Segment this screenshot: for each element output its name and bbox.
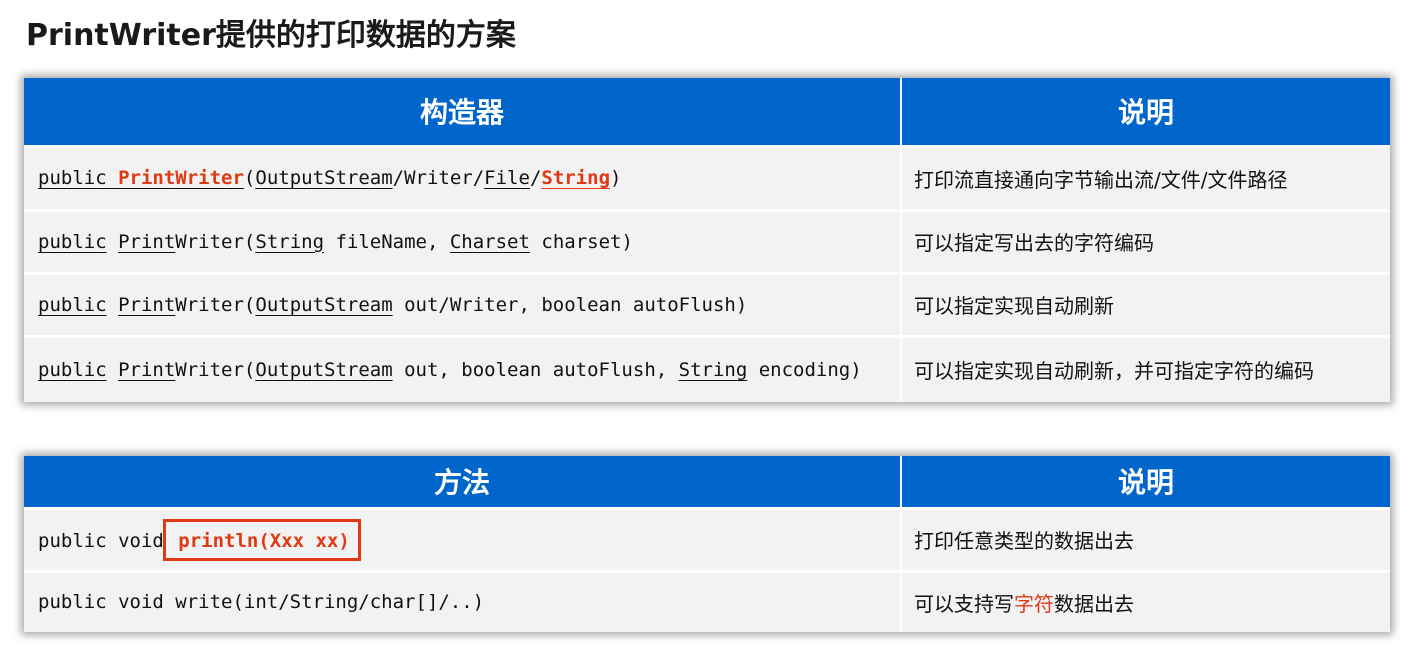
table-header-row: 构造器 说明 xyxy=(24,78,1390,146)
methods-table: 方法 说明 public void println(Xxx xx) 打印任意类型… xyxy=(24,456,1390,632)
method-description: 打印任意类型的数据出去 xyxy=(901,506,1390,571)
constructor-description: 可以指定写出去的字符编码 xyxy=(901,208,1390,273)
constructors-table: 构造器 说明 public PrintWriter(OutputStream/W… xyxy=(24,78,1390,402)
table-row: public PrintWriter(OutputStream out/Writ… xyxy=(24,271,1390,336)
header-method: 方法 xyxy=(24,456,902,508)
constructor-signature: public PrintWriter(OutputStream/Writer/F… xyxy=(24,144,902,210)
println-highlight-box: println(Xxx xx) xyxy=(163,518,361,561)
constructor-description: 可以指定实现自动刷新 xyxy=(901,271,1390,336)
table-row: public PrintWriter(String fileName, Char… xyxy=(24,208,1390,273)
constructor-description: 打印流直接通向字节输出流/文件/文件路径 xyxy=(901,144,1390,210)
table-row: public PrintWriter(OutputStream out, boo… xyxy=(24,334,1390,402)
header-description: 说明 xyxy=(901,456,1390,508)
table-header-row: 方法 说明 xyxy=(24,456,1390,508)
table-row: public PrintWriter(OutputStream/Writer/F… xyxy=(24,144,1390,210)
method-signature: public void write(int/String/char[]/..) xyxy=(24,569,902,632)
constructor-description: 可以指定实现自动刷新，并可指定字符的编码 xyxy=(901,334,1390,402)
table-row: public void println(Xxx xx) 打印任意类型的数据出去 xyxy=(24,506,1390,571)
method-description: 可以支持写字符数据出去 xyxy=(901,569,1390,632)
header-description: 说明 xyxy=(901,78,1390,146)
page-title: PrintWriter提供的打印数据的方案 xyxy=(26,18,516,53)
constructor-signature: public PrintWriter(OutputStream out, boo… xyxy=(24,334,902,402)
method-signature: public void println(Xxx xx) xyxy=(24,506,902,571)
table-row: public void write(int/String/char[]/..) … xyxy=(24,569,1390,632)
header-constructor: 构造器 xyxy=(24,78,902,146)
constructor-signature: public PrintWriter(String fileName, Char… xyxy=(24,208,902,273)
constructor-signature: public PrintWriter(OutputStream out/Writ… xyxy=(24,271,902,336)
